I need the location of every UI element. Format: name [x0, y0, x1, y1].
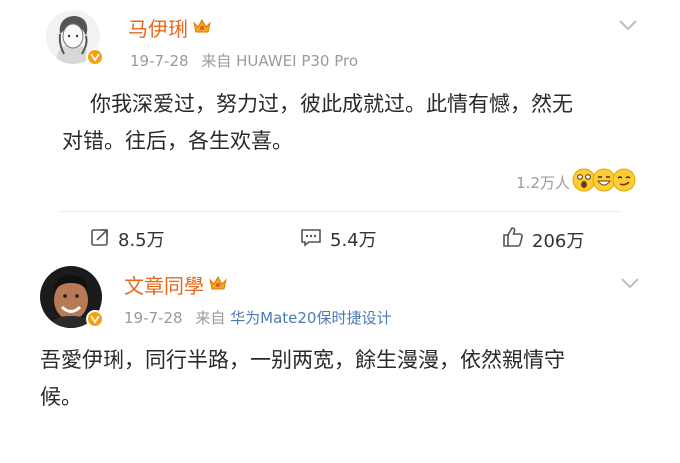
like-count: 206万 — [532, 230, 585, 252]
avatar[interactable] — [46, 10, 104, 66]
source-prefix: 来自 — [195, 309, 226, 327]
source-prefix: 来自 — [201, 52, 232, 70]
username-text[interactable]: 马伊琍 — [128, 13, 188, 42]
username[interactable]: 文章同學 — [124, 270, 228, 299]
repost-button[interactable]: 8.5万 — [90, 226, 165, 252]
reaction-emojis — [572, 168, 636, 196]
verified-badge-icon — [86, 48, 104, 66]
weibo-post-2: 文章同學 19-7-28 来自 华为Mate20保时捷设计 吾愛伊琍，同行半路，… — [0, 262, 680, 463]
post-content-line: 候。 — [40, 385, 82, 409]
weibo-post-1: 马伊琍 19-7-28 来自 HUAWEI P30 Pro 你我深爱过，努力过，… — [0, 0, 680, 260]
post-meta: 19-7-28 来自 HUAWEI P30 Pro — [130, 50, 358, 71]
repost-icon — [90, 227, 110, 252]
comment-count: 5.4万 — [330, 230, 377, 251]
post-source: HUAWEI P30 Pro — [236, 52, 359, 70]
chevron-down-icon[interactable] — [618, 16, 638, 35]
reactions-summary[interactable]: 1.2万人 — [516, 168, 636, 196]
post-content-line: 对错。往后，各生欢喜。 — [62, 129, 293, 153]
post-content: 吾愛伊琍，同行半路，一别两宽，餘生漫漫，依然親情守 候。 — [40, 342, 650, 416]
post-meta: 19-7-28 来自 华为Mate20保时捷设计 — [124, 307, 391, 328]
comment-icon — [300, 227, 322, 252]
repost-count: 8.5万 — [118, 230, 165, 251]
username-text[interactable]: 文章同學 — [124, 270, 204, 299]
thumbs-up-icon — [502, 226, 524, 253]
chevron-down-icon[interactable] — [620, 274, 640, 293]
post-date: 19-7-28 — [130, 52, 189, 70]
post-content-line: 你我深爱过，努力过，彼此成就过。此情有憾，然无 — [90, 92, 573, 116]
vip-crown-icon — [208, 273, 228, 297]
reaction-count: 1.2万人 — [516, 173, 570, 192]
vip-crown-icon — [192, 16, 212, 40]
post-content: 你我深爱过，努力过，彼此成就过。此情有憾，然无 对错。往后，各生欢喜。 — [62, 86, 650, 160]
post-content-line: 吾愛伊琍，同行半路，一别两宽，餘生漫漫，依然親情守 — [40, 348, 565, 372]
smirk-emoji-icon — [612, 168, 636, 196]
post-date: 19-7-28 — [124, 309, 183, 327]
username[interactable]: 马伊琍 — [128, 13, 212, 42]
post-actions: 8.5万 5.4万 206万 — [0, 224, 680, 254]
like-button[interactable]: 206万 — [502, 226, 584, 253]
comment-button[interactable]: 5.4万 — [300, 226, 377, 252]
verified-badge-icon — [86, 310, 104, 328]
avatar[interactable] — [40, 266, 104, 328]
divider — [60, 211, 620, 212]
post-source-link[interactable]: 华为Mate20保时捷设计 — [230, 309, 391, 327]
